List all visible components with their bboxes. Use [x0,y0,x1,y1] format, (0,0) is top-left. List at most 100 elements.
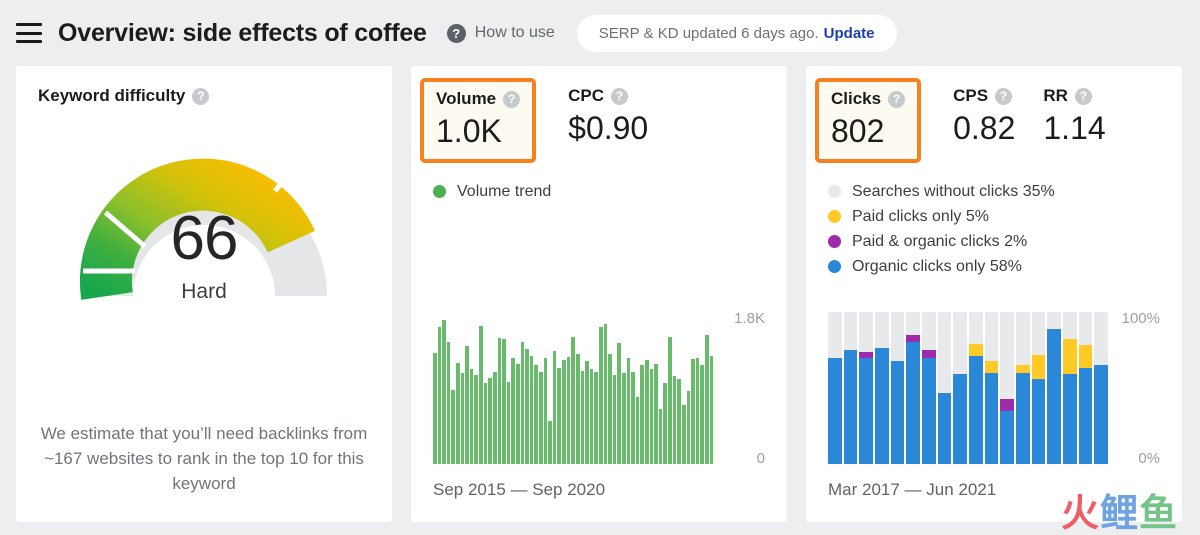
help-circle-icon[interactable]: ? [1074,87,1092,105]
volume-bar[interactable] [649,369,654,464]
help-circle-icon[interactable]: ? [503,90,521,108]
volume-bar[interactable] [497,338,502,464]
volume-bar[interactable] [589,368,594,464]
clicks-stacked-bar[interactable] [859,312,874,464]
volume-bar[interactable] [635,397,640,464]
clicks-stacked-bar[interactable] [875,312,889,464]
volume-bar[interactable] [617,343,621,464]
volume-bar[interactable] [525,349,529,464]
volume-bar[interactable] [488,377,492,464]
volume-bar[interactable] [700,365,704,464]
clicks-stacked-bars-plot[interactable] [828,312,1109,464]
volume-bar[interactable] [672,376,677,464]
volume-bar[interactable] [631,371,635,464]
volume-bar[interactable] [594,371,598,464]
volume-bar[interactable] [548,420,552,464]
volume-bar[interactable] [506,382,511,464]
volume-bars-plot[interactable] [433,312,714,464]
clicks-stacked-bar[interactable] [922,312,936,464]
clicks-stacked-bar[interactable] [906,312,921,464]
clicks-stacked-bar[interactable] [1047,312,1062,464]
volume-bar[interactable] [534,365,539,464]
volume-bar[interactable] [663,382,668,464]
volume-bar[interactable] [451,389,456,464]
volume-bar[interactable] [442,319,446,464]
volume-bar[interactable] [686,390,691,464]
volume-bar[interactable] [511,357,515,464]
volume-bar[interactable] [621,372,626,464]
hamburger-icon[interactable] [16,23,42,43]
help-circle-icon[interactable]: ? [995,87,1013,105]
volume-bar[interactable] [668,337,672,464]
volume-bar[interactable] [469,368,474,464]
volume-bar[interactable] [465,345,469,464]
help-circle-icon[interactable]: ? [446,23,466,43]
volume-bar[interactable] [566,356,571,464]
legend-item[interactable]: Organic clicks only 58% [828,254,1160,279]
volume-bar[interactable] [575,354,580,464]
volume-bar[interactable] [681,404,686,464]
clicks-stacked-bar[interactable] [984,312,999,464]
clicks-stacked-bar[interactable] [1078,312,1093,464]
volume-bar[interactable] [585,360,589,464]
metric-rr[interactable]: RR ? 1.14 [1043,86,1105,147]
help-circle-icon[interactable]: ? [888,90,906,108]
volume-bar[interactable] [437,327,442,464]
metric-volume[interactable]: Volume ? 1.0K [420,78,537,163]
volume-bar[interactable] [515,363,520,464]
clicks-stacked-bar[interactable] [937,312,952,464]
volume-bar[interactable] [658,409,663,464]
volume-bar[interactable] [640,365,645,464]
legend-item[interactable]: Paid clicks only 5% [828,204,1160,229]
volume-bar[interactable] [695,357,700,464]
legend-item[interactable]: Paid & organic clicks 2% [828,229,1160,254]
metric-cps[interactable]: CPS ? 0.82 [953,86,1015,147]
volume-bar[interactable] [645,360,649,464]
clicks-stacked-bar[interactable] [1094,312,1109,464]
how-to-use-button[interactable]: ? How to use [446,23,555,43]
volume-bar[interactable] [608,354,612,464]
volume-bar[interactable] [603,323,608,464]
help-circle-icon[interactable]: ? [611,87,629,105]
volume-bar[interactable] [520,342,525,464]
volume-bar[interactable] [571,337,575,464]
volume-bar[interactable] [474,375,479,464]
volume-bar[interactable] [492,371,497,464]
volume-bar[interactable] [460,372,465,464]
volume-bar[interactable] [456,362,460,464]
clicks-stacked-bar[interactable] [1000,312,1015,464]
legend-item[interactable]: Searches without clicks 35% [828,179,1160,204]
volume-bar[interactable] [654,363,658,464]
clicks-stacked-bar[interactable] [843,312,858,464]
volume-bar[interactable] [543,358,548,464]
clicks-stacked-bar[interactable] [953,312,968,464]
volume-bar[interactable] [612,375,617,464]
metric-clicks[interactable]: Clicks ? 802 [815,78,922,163]
volume-bar[interactable] [704,334,709,464]
volume-bar[interactable] [433,353,437,464]
volume-bar[interactable] [529,355,534,464]
update-link[interactable]: Update [824,25,875,42]
volume-bar[interactable] [502,339,506,464]
volume-bar[interactable] [626,357,631,464]
clicks-stacked-bar[interactable] [828,312,842,464]
volume-bar[interactable] [562,360,566,464]
volume-bar[interactable] [552,350,557,464]
volume-bar[interactable] [598,327,603,464]
legend-item[interactable]: Volume trend [433,179,765,204]
metric-cpc[interactable]: CPC ? $0.90 [568,86,648,147]
volume-bar[interactable] [580,371,585,464]
volume-bar[interactable] [539,371,543,464]
help-circle-icon[interactable]: ? [192,87,210,105]
volume-bar[interactable] [483,382,488,464]
volume-bar[interactable] [677,378,681,464]
clicks-stacked-bar[interactable] [1016,312,1030,464]
clicks-stacked-bar[interactable] [1031,312,1046,464]
volume-bar[interactable] [691,359,695,464]
volume-bar[interactable] [446,342,451,464]
clicks-stacked-bar[interactable] [890,312,905,464]
volume-bar[interactable] [557,367,562,464]
volume-bar[interactable] [479,325,483,464]
clicks-stacked-bar[interactable] [969,312,983,464]
clicks-stacked-bar[interactable] [1063,312,1077,464]
